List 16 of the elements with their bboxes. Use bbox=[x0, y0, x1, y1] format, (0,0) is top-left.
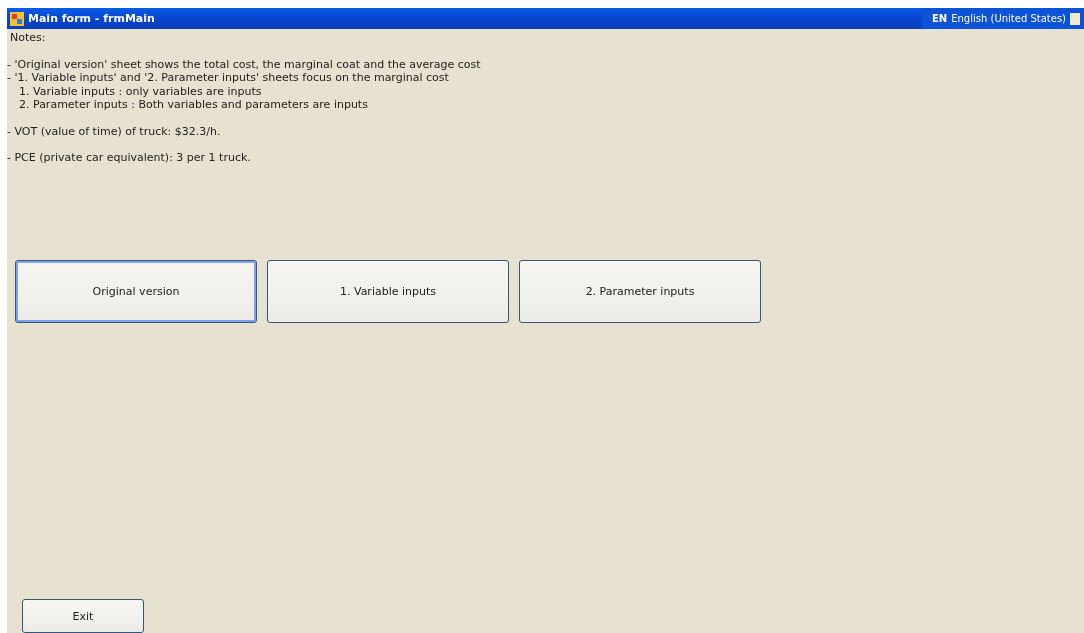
sheet-button[interactable]: 1. Variable inputs bbox=[267, 259, 509, 323]
note-line: - '1. Variable inputs' and '2. Parameter inputs' sheets focus on the marginal cost bbox=[7, 71, 450, 85]
sheet-button[interactable]: 2. Parameter inputs bbox=[519, 259, 761, 323]
note-line: - PCE (private car equivalent): 3 per 1 truck. bbox=[7, 151, 252, 165]
notes-heading: Notes: bbox=[9, 31, 47, 45]
language-code: EN bbox=[932, 13, 948, 24]
note-line: - VOT (value of time) of truck: $32.3/h. bbox=[7, 124, 222, 138]
language-name: English (United States) bbox=[951, 13, 1066, 24]
language-bar[interactable]: EN English (United States) bbox=[922, 8, 1084, 29]
note-line: 1. Variable inputs : only variables are inputs bbox=[18, 84, 263, 98]
note-line: - 'Original version' sheet shows the total cost, the marginal coat and the average cost bbox=[7, 57, 482, 71]
sheet-button[interactable]: Original version bbox=[15, 259, 257, 323]
window-title: Main form - frmMain bbox=[28, 12, 156, 25]
app-icon bbox=[10, 11, 24, 26]
exit-button[interactable]: Exit bbox=[22, 599, 144, 633]
note-line: 2. Parameter inputs : Both variables and parameters are inputs bbox=[18, 98, 369, 112]
